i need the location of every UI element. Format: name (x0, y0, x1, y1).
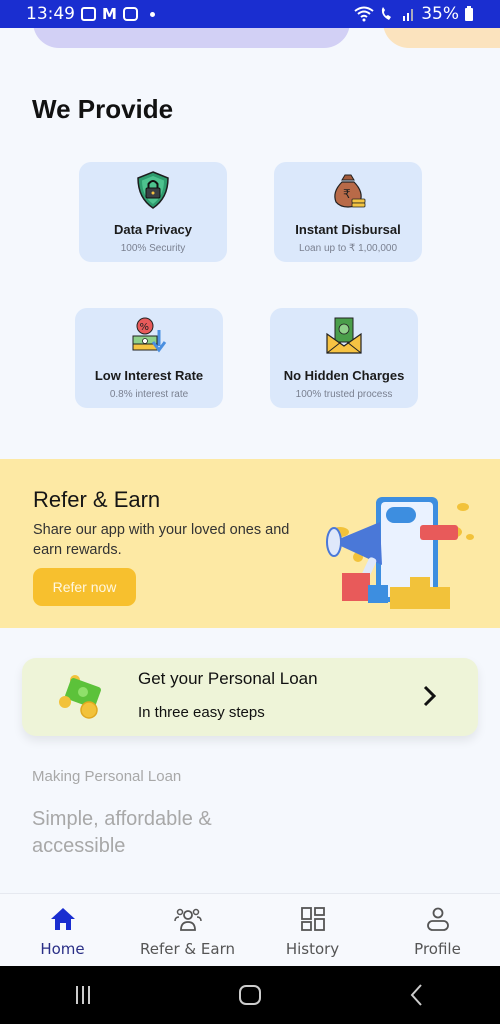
nav-item-home[interactable]: Home (0, 894, 125, 966)
nav-item-refer-earn[interactable]: Refer & Earn (125, 894, 250, 966)
status-time: 13:49 (26, 4, 75, 24)
recents-button[interactable] (70, 982, 96, 1008)
feature-subtitle: 0.8% interest rate (109, 389, 189, 400)
nav-item-history[interactable]: History (250, 894, 375, 966)
nav-label: Profile (414, 940, 461, 958)
instagram-icon (122, 7, 138, 21)
grid-icon (300, 907, 325, 931)
dot-icon (149, 11, 155, 17)
cash-coins-icon (59, 675, 101, 719)
svg-text:₹: ₹ (343, 187, 351, 201)
loan-card-title: Get your Personal Loan (138, 669, 318, 688)
feature-title: Instant Disbursal (295, 222, 401, 237)
nav-label: History (285, 940, 340, 958)
refer-title: Refer & Earn (33, 487, 161, 512)
battery-icon (465, 6, 473, 21)
status-bar: 13:49 M 35% (0, 0, 500, 28)
nav-label: Home (40, 940, 85, 958)
megaphone-phone-illustration (326, 497, 474, 609)
interest-down-icon: % (132, 317, 167, 353)
bottom-nav: Home Refer & Earn History Profile (0, 893, 500, 966)
feature-subtitle: Loan up to ₹ 1,00,000 (298, 243, 398, 254)
signal-icon (403, 9, 414, 21)
section-title-we-provide: We Provide (32, 94, 174, 124)
system-nav-bar (0, 966, 500, 1024)
feature-card-no-hidden-charges: No Hidden Charges 100% trusted process (270, 308, 418, 408)
feature-subtitle: 100% trusted process (295, 389, 393, 400)
gmail-icon: M (102, 5, 117, 23)
shield-lock-icon (137, 171, 169, 209)
nav-label: Refer & Earn (140, 940, 235, 958)
money-bag-icon: ₹ (334, 174, 366, 208)
feature-title: No Hidden Charges (283, 368, 405, 383)
battery-level: 35% (421, 4, 459, 24)
refer-description: Share our app with your loved ones and e… (33, 522, 290, 558)
loan-card-subtitle: In three easy steps (138, 704, 265, 721)
svg-text:%: % (140, 322, 150, 333)
person-icon (426, 907, 449, 931)
people-icon (173, 908, 202, 931)
wifi-calling-icon (382, 7, 392, 20)
chevron-right-icon[interactable] (422, 684, 438, 708)
feature-title: Data Privacy (113, 222, 193, 237)
feature-card-instant-disbursal: ₹ Instant Disbursal Loan up to ₹ 1,00,00… (274, 162, 422, 262)
feature-subtitle: 100% Security (120, 243, 186, 254)
refer-earn-banner: Refer & Earn Share our app with your lov… (0, 459, 500, 628)
personal-loan-card[interactable]: Get your Personal Loan In three easy ste… (22, 658, 478, 736)
nav-item-profile[interactable]: Profile (375, 894, 500, 966)
making-personal-loan-label: Making Personal Loan (32, 768, 182, 785)
home-icon (50, 908, 75, 930)
tagline: Simple, affordable & accessible (32, 808, 212, 857)
feature-title: Low Interest Rate (94, 368, 204, 383)
feature-card-low-interest: % Low Interest Rate 0.8% interest rate (75, 308, 223, 408)
home-button[interactable] (237, 982, 263, 1008)
wifi-icon (354, 6, 374, 22)
envelope-money-icon (326, 317, 362, 354)
feature-card-data-privacy: Data Privacy 100% Security (79, 162, 227, 262)
gallery-icon (81, 7, 96, 21)
refer-now-button[interactable]: Refer now (33, 568, 136, 606)
back-button[interactable] (404, 982, 430, 1008)
